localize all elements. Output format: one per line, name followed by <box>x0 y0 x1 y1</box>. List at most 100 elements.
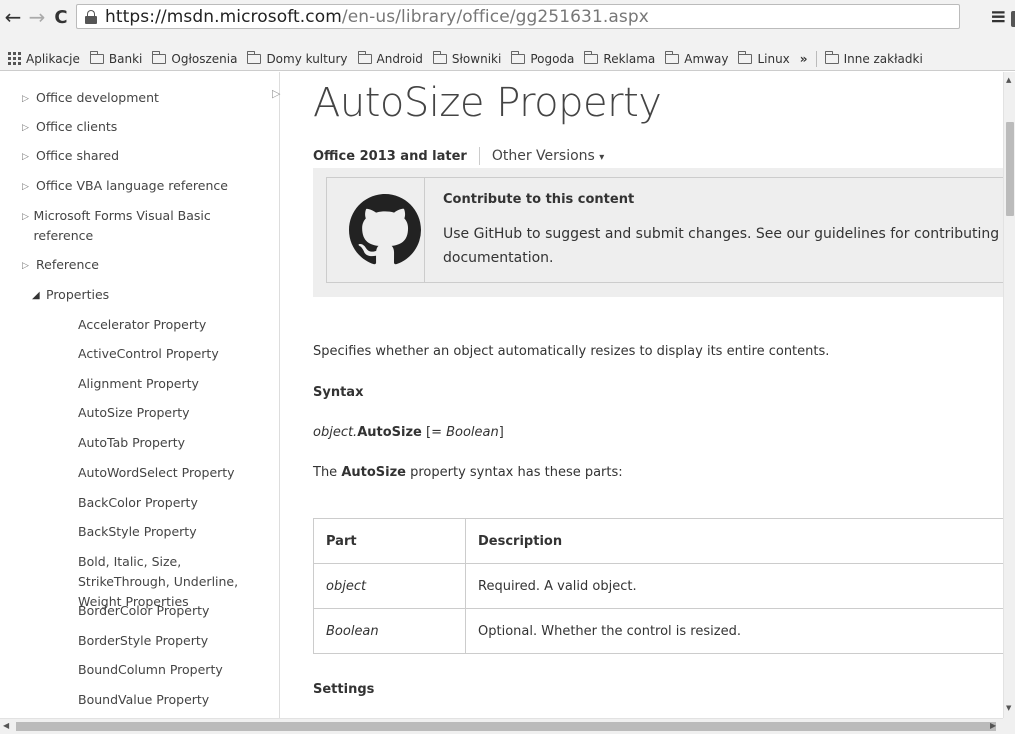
url-text[interactable]: https://msdn.microsoft.com/en-us/library… <box>105 6 649 28</box>
scroll-right-icon[interactable]: ▶ <box>990 721 996 730</box>
toc-item-properties[interactable]: ◢ Properties <box>32 285 109 306</box>
expand-triangle-icon: ▷ <box>22 152 29 162</box>
caret-down-icon: ▾ <box>599 152 605 163</box>
expand-triangle-icon: ▷ <box>22 123 29 133</box>
page-title: AutoSize Property <box>313 80 662 126</box>
parts-bold: AutoSize <box>341 465 406 480</box>
toc-item-label: Accelerator Property <box>78 317 207 332</box>
bookmarks-bar: Aplikacje Banki Ogłoszenia Domy kultury … <box>0 47 1015 71</box>
vertical-scroll-thumb[interactable] <box>1006 122 1014 216</box>
parts-table: Part Description object Required. A vali… <box>313 518 1013 654</box>
folder-icon <box>665 50 680 64</box>
bookmark-folder-amway[interactable]: Amway <box>665 50 728 66</box>
toc-item-current[interactable]: AutoSize Property <box>78 403 190 423</box>
toc-item-label: BorderColor Property <box>78 603 210 618</box>
bookmark-label: Inne zakładki <box>843 51 923 66</box>
bookmark-folder-slowniki[interactable]: Słowniki <box>432 50 501 66</box>
toc-item[interactable]: BoundValue Property <box>78 690 209 710</box>
toc-item[interactable]: ▷ Office VBA language reference <box>22 176 228 197</box>
horizontal-scroll-thumb[interactable] <box>16 722 996 731</box>
toc-item-label: AutoSize Property <box>78 405 190 420</box>
toc-item[interactable]: ▷ Office development <box>22 88 159 109</box>
syntax-heading: Syntax <box>313 385 364 400</box>
toc-item[interactable]: Alignment Property <box>78 374 199 394</box>
toc-item-label: Alignment Property <box>78 376 199 391</box>
table-header-row: Part Description <box>313 518 1013 564</box>
bookmark-label: Domy kultury <box>266 51 348 66</box>
translate-icon[interactable]: a <box>1011 11 1015 27</box>
table-cell: Boolean <box>313 608 466 654</box>
toc-item-label: BackColor Property <box>78 495 198 510</box>
toc-item-label: Office clients <box>36 119 118 134</box>
horizontal-scrollbar[interactable]: ◀ ▶ <box>0 718 1003 734</box>
vertical-scrollbar[interactable]: ▲ ▼ <box>1003 72 1015 718</box>
expand-triangle-icon: ▷ <box>22 182 29 192</box>
table-cell: Optional. Whether the control is resized… <box>465 608 1013 654</box>
scrollbar-corner <box>1003 718 1015 734</box>
address-bar[interactable]: https://msdn.microsoft.com/en-us/library… <box>76 4 1015 29</box>
lock-icon <box>85 10 97 24</box>
bookmark-folder-linux[interactable]: Linux <box>738 50 790 66</box>
syntax-object: object. <box>313 425 358 440</box>
browser-toolbar: ← → C https://msdn.microsoft.com/en-us/l… <box>0 0 1015 47</box>
toc-item[interactable]: BackColor Property <box>78 493 198 513</box>
toc-item-label: Office VBA language reference <box>36 178 228 193</box>
toc-item[interactable]: ▷ Office clients <box>22 117 117 138</box>
bookmark-label: Aplikacje <box>26 51 80 66</box>
toc-item[interactable]: AutoWordSelect Property <box>78 463 235 483</box>
collapse-sidebar-icon[interactable]: ▷ <box>272 87 280 100</box>
page-content: ▷ Office development ▷ Office clients ▷ Off… <box>0 72 1015 718</box>
toc-item[interactable]: ▷ Reference <box>22 255 99 276</box>
toc-item[interactable]: BoundColumn Property <box>78 660 223 680</box>
contribute-banner: Contribute to this content Use GitHub to… <box>313 168 1015 297</box>
bookmark-folder-android[interactable]: Android <box>357 50 423 66</box>
toc-item[interactable]: BorderStyle Property <box>78 631 208 651</box>
bookmark-label: Reklama <box>603 51 656 66</box>
toc-item-label: BoundValue Property <box>78 692 210 707</box>
toc-item[interactable]: ▷ Office shared <box>22 146 119 167</box>
parts-post: property syntax has these parts: <box>405 465 623 480</box>
bookmark-apps[interactable]: Aplikacje <box>8 52 80 66</box>
reload-icon[interactable]: C <box>50 6 72 28</box>
forward-arrow-icon[interactable]: → <box>26 5 48 29</box>
bookmark-folder-other[interactable]: Inne zakładki <box>824 50 923 66</box>
contribute-text: Use GitHub to suggest and submit changes… <box>443 226 1015 266</box>
bookmark-folder-banki[interactable]: Banki <box>89 50 142 66</box>
expand-triangle-icon: ▷ <box>22 94 29 104</box>
menu-icon[interactable]: ≡ <box>990 4 1007 28</box>
toc-item[interactable]: BackStyle Property <box>78 522 197 542</box>
table-cell: object <box>313 563 466 609</box>
scroll-down-icon[interactable]: ▼ <box>1006 704 1011 712</box>
folder-icon <box>247 50 262 64</box>
toc-item-label: Microsoft Forms Visual Basic reference <box>33 208 211 243</box>
scroll-up-icon[interactable]: ▲ <box>1006 76 1011 84</box>
folder-icon <box>824 50 839 64</box>
github-icon <box>349 194 421 265</box>
syntax-line: object.AutoSize [= Boolean] <box>313 425 504 440</box>
toc-item[interactable]: ActiveControl Property <box>78 344 219 364</box>
more-bookmarks-button[interactable]: » <box>800 52 808 66</box>
toc-sidebar: ▷ Office development ▷ Office clients ▷ Off… <box>0 72 280 718</box>
toc-item[interactable]: BorderColor Property <box>78 601 209 621</box>
toc-item[interactable]: Accelerator Property <box>78 315 206 335</box>
bookmark-folder-reklama[interactable]: Reklama <box>584 50 656 66</box>
bookmark-folder-domy-kultury[interactable]: Domy kultury <box>247 50 348 66</box>
bookmark-label: Linux <box>757 51 790 66</box>
bookmark-label: Android <box>376 51 423 66</box>
back-arrow-icon[interactable]: ← <box>2 5 24 29</box>
table-row: object Required. A valid object. <box>313 563 1013 609</box>
summary-text: Specifies whether an object automaticall… <box>313 344 830 359</box>
folder-icon <box>738 50 753 64</box>
bookmark-folder-ogloszenia[interactable]: Ogłoszenia <box>152 50 237 66</box>
bookmark-folder-pogoda[interactable]: Pogoda <box>511 50 575 66</box>
syntax-open: [= <box>421 425 447 440</box>
apps-icon <box>8 52 21 65</box>
other-versions-dropdown[interactable]: Other Versions ▾ <box>492 148 604 164</box>
version-bar: Office 2013 and later Other Versions ▾ <box>313 147 604 165</box>
toc-item-label: BackStyle Property <box>78 524 197 539</box>
table-header: Description <box>465 518 1013 564</box>
toc-item[interactable]: ▷ Microsoft Forms Visual Basic reference <box>22 206 232 246</box>
bookmark-label: Pogoda <box>530 51 575 66</box>
scroll-left-icon[interactable]: ◀ <box>3 721 9 730</box>
toc-item[interactable]: AutoTab Property <box>78 433 185 453</box>
